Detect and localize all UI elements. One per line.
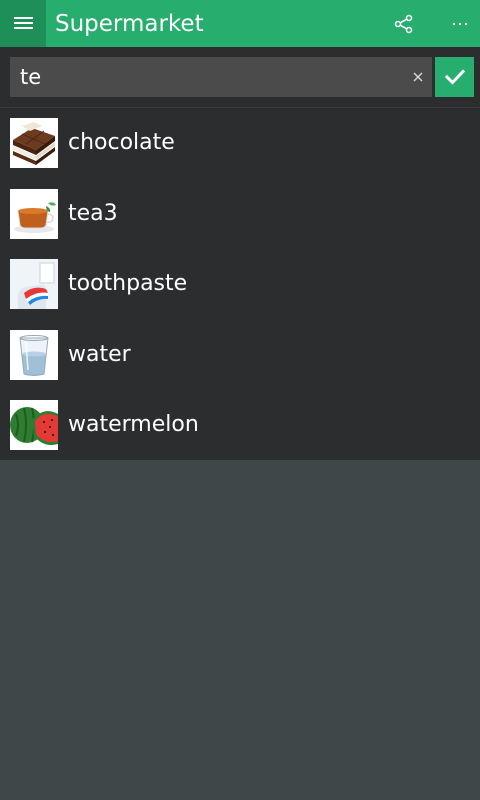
clear-search-button[interactable] — [408, 67, 428, 87]
app-header: Supermarket — [0, 0, 480, 47]
watermelon-image — [10, 400, 58, 450]
hamburger-menu-icon — [13, 17, 33, 30]
more-options-icon — [453, 23, 467, 25]
confirm-search-button[interactable] — [435, 57, 474, 97]
share-icon — [394, 14, 413, 34]
app-root: Supermarket te chocolate tea3 toothpaste… — [0, 0, 480, 800]
results-list: chocolate tea3 toothpaste water watermel… — [0, 108, 480, 460]
search-bar — [0, 47, 480, 108]
tea-cup-image — [10, 188, 58, 239]
list-item-label: chocolate — [68, 130, 175, 155]
water-glass-image — [10, 329, 58, 380]
share-button[interactable] — [388, 8, 420, 40]
search-input[interactable] — [10, 57, 400, 97]
more-options-button[interactable] — [444, 8, 476, 40]
list-item-label: water — [68, 341, 131, 367]
list-item-label: tea3 — [68, 200, 118, 226]
list-item-chocolate[interactable]: chocolate — [0, 108, 480, 179]
close-icon — [413, 72, 423, 82]
list-item-watermelon[interactable]: watermelon — [0, 390, 480, 461]
list-item-toothpaste[interactable]: toothpaste — [0, 249, 480, 320]
toothpaste-image — [10, 259, 58, 309]
list-item-label: watermelon — [68, 412, 199, 437]
menu-button[interactable] — [0, 0, 46, 47]
app-title: Supermarket — [55, 11, 204, 37]
list-item-label: toothpaste — [68, 271, 188, 296]
list-item-tea3[interactable]: tea3 — [0, 179, 480, 250]
checkmark-icon — [444, 69, 465, 85]
search-box — [10, 57, 432, 97]
list-item-water[interactable]: water — [0, 320, 480, 391]
chocolate-image — [10, 118, 58, 168]
